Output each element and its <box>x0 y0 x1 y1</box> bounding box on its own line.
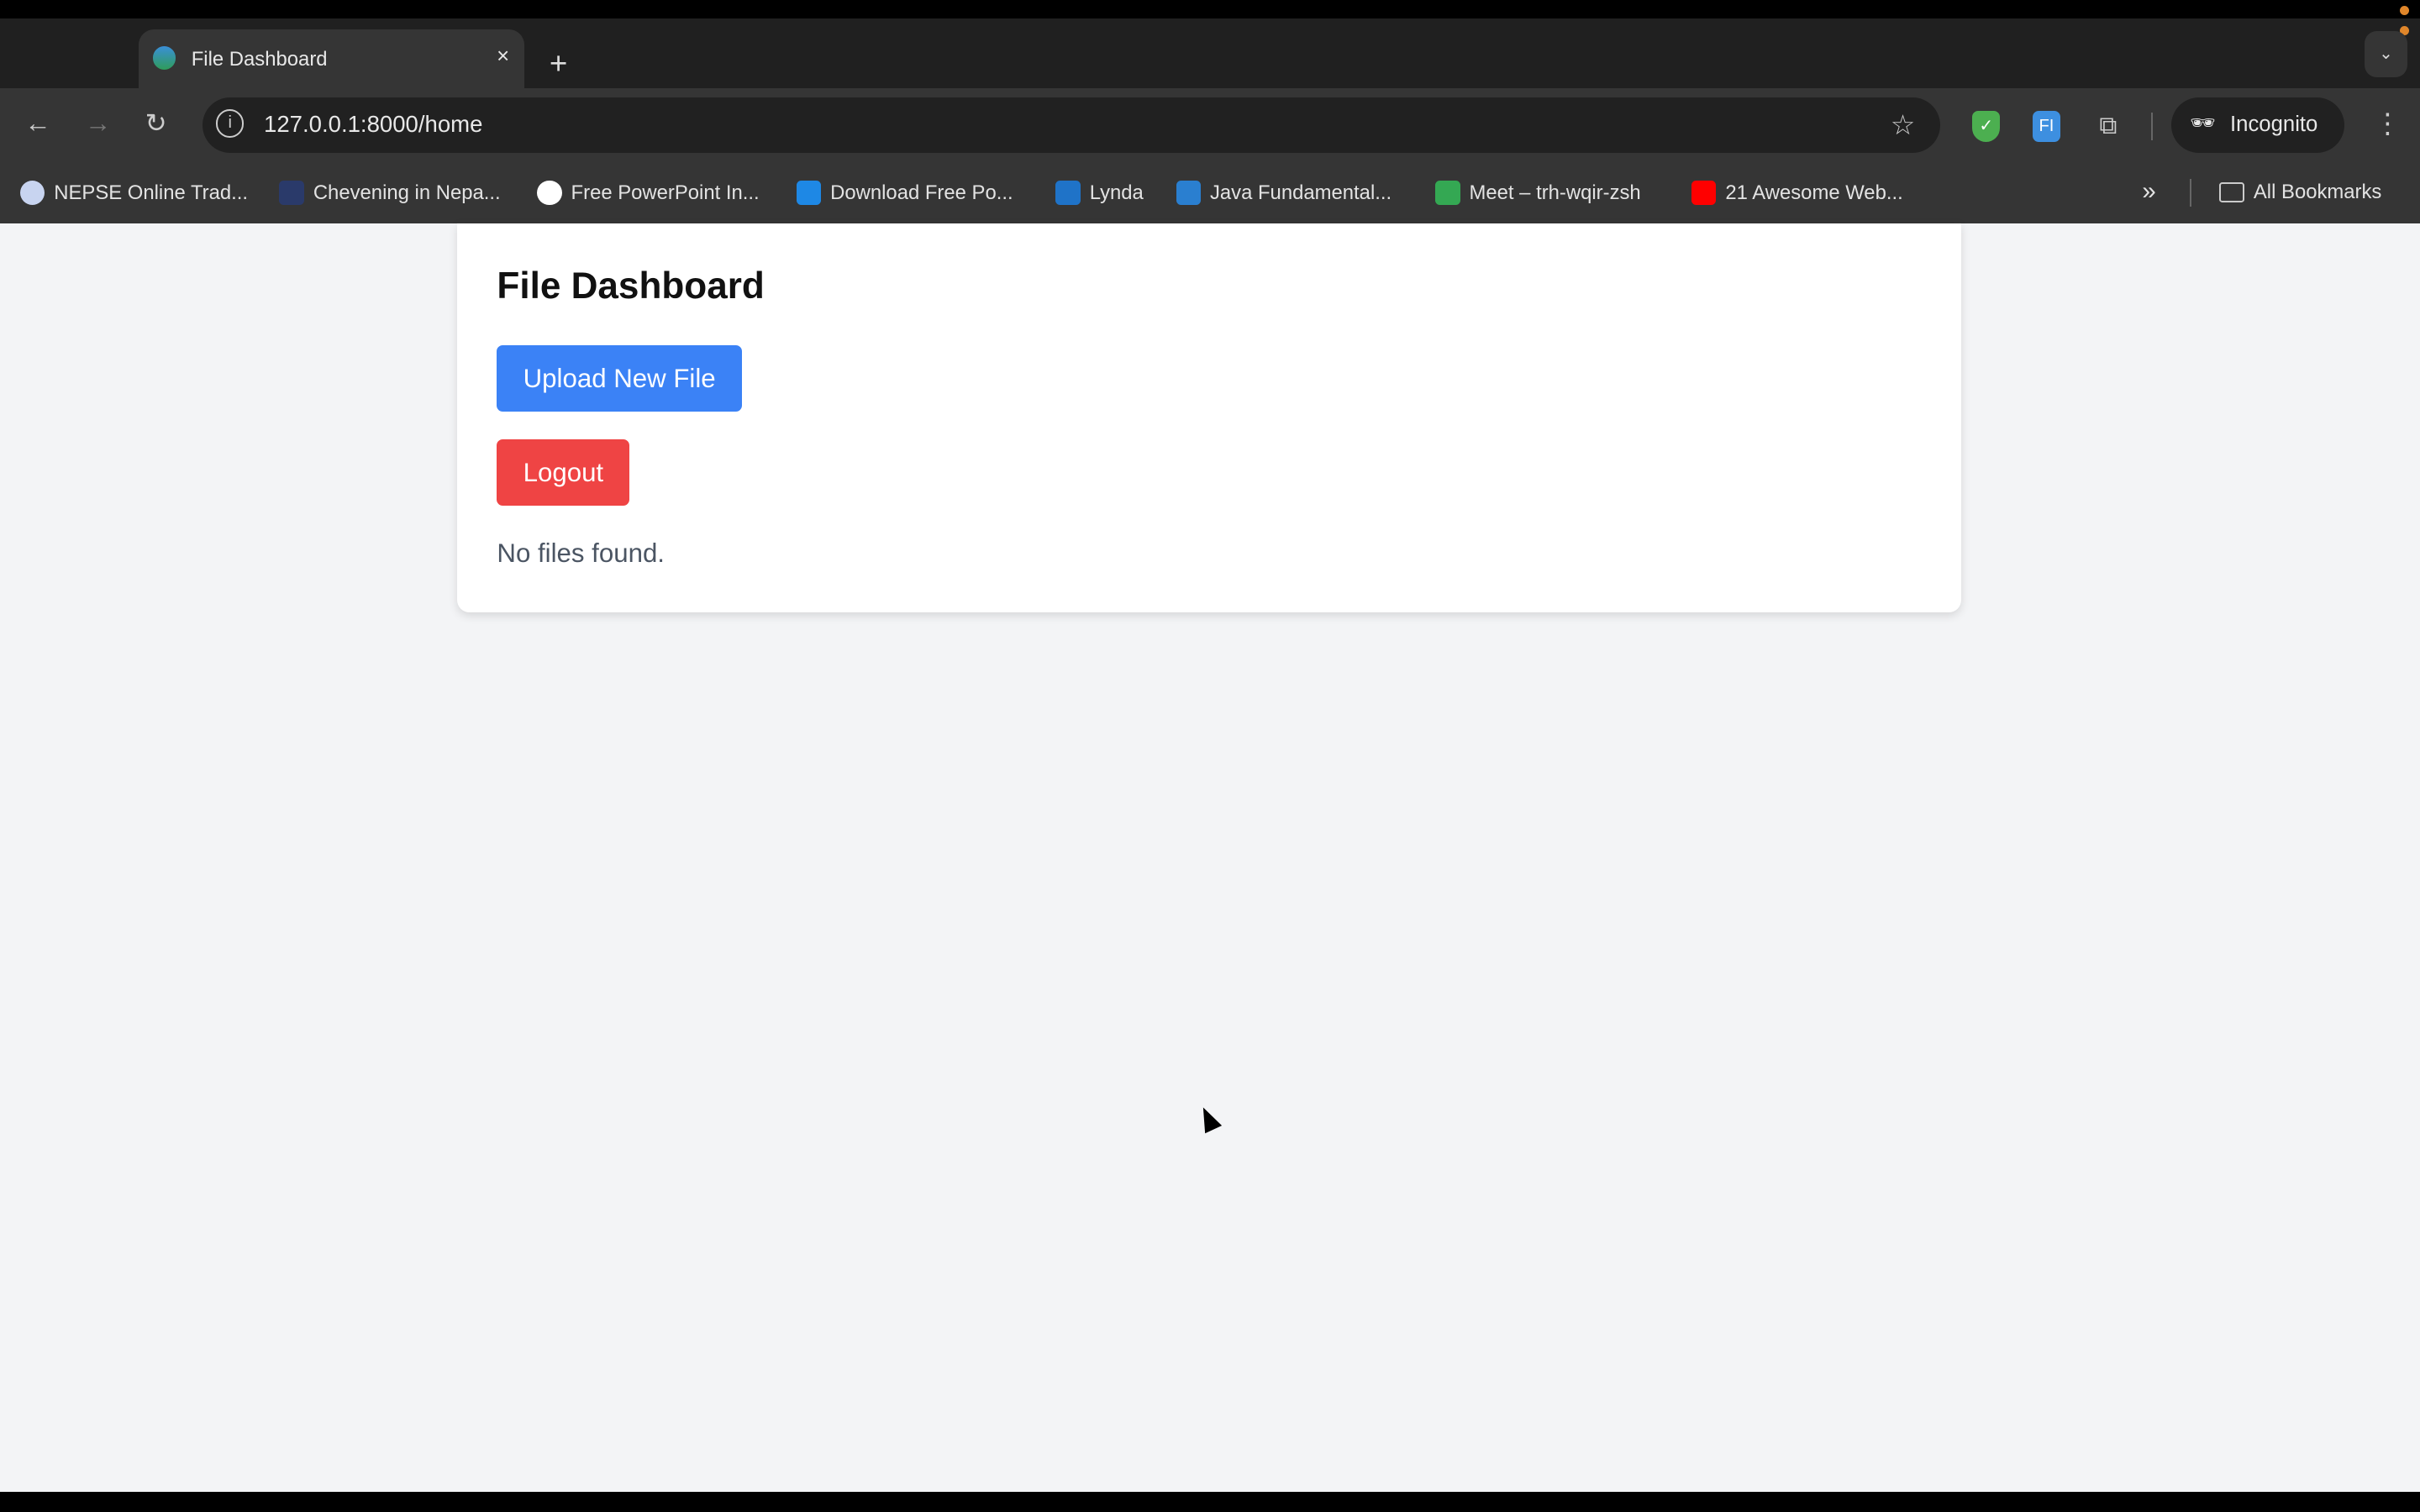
empty-state-message: No files found. <box>497 538 665 568</box>
tab-favicon-icon <box>152 46 176 70</box>
fi-extension-icon[interactable]: FI <box>2032 111 2060 142</box>
incognito-icon: 🕶 <box>2190 112 2216 135</box>
bookmark-youtube[interactable]: 21 Awesome Web... <box>1691 180 1903 206</box>
folder-icon <box>2219 181 2244 202</box>
bookmark-favicon-icon <box>1435 180 1460 206</box>
bookmark-free-powerpoint[interactable]: Free PowerPoint In... <box>537 180 760 206</box>
logout-button[interactable]: Logout <box>497 439 630 507</box>
all-bookmarks-button[interactable]: All Bookmarks <box>2219 181 2381 204</box>
tab-file-dashboard[interactable]: File Dashboard × <box>139 29 525 88</box>
bookmark-label: Meet – trh-wqir-zsh <box>1469 181 1641 204</box>
reload-button[interactable]: ↻ <box>145 108 167 139</box>
bookmark-favicon-icon <box>537 180 562 206</box>
bookmark-favicon-icon <box>1691 180 1717 206</box>
page-title: File Dashboard <box>497 265 765 307</box>
new-tab-button[interactable]: + <box>550 46 567 81</box>
page-content: File Dashboard Upload New File Logout No… <box>0 223 2420 1493</box>
site-info-icon[interactable]: i <box>216 109 245 138</box>
bookmark-favicon-icon <box>279 180 304 206</box>
bookmark-chevening[interactable]: Chevening in Nepa... <box>279 180 501 206</box>
dashboard-card: File Dashboard Upload New File Logout No… <box>456 223 1962 613</box>
tab-search-chevron-icon[interactable]: ⌄ <box>2364 30 2408 77</box>
bookmark-lynda[interactable]: Lynda <box>1055 180 1144 206</box>
tab-strip: File Dashboard × + ⌄ <box>0 18 2420 88</box>
incognito-button[interactable]: 🕶 Incognito <box>2171 97 2344 153</box>
screen-top-bar <box>0 0 2420 19</box>
tab-close-icon[interactable]: × <box>497 45 509 69</box>
bookmarks-overflow-icon[interactable]: » <box>2142 177 2155 206</box>
address-bar[interactable]: i 127.0.0.1:8000/home ☆ <box>202 97 1940 153</box>
bookmark-favicon-icon <box>19 180 45 206</box>
all-bookmarks-label: All Bookmarks <box>2253 180 2382 203</box>
bookmark-star-icon[interactable]: ☆ <box>1891 108 1916 142</box>
bookmark-favicon-icon <box>796 180 822 206</box>
upload-new-file-button[interactable]: Upload New File <box>497 345 742 412</box>
bookmark-favicon-icon <box>1055 180 1081 206</box>
adguard-extension-icon[interactable]: ✓ <box>1972 111 2001 142</box>
bookmarks-divider <box>2190 179 2192 207</box>
tab-title: File Dashboard <box>191 47 328 71</box>
bookmark-label: Free PowerPoint In... <box>571 181 760 204</box>
bookmark-favicon-icon <box>1176 180 1201 206</box>
bookmarks-bar: NEPSE Online Trad... Chevening in Nepa..… <box>0 163 2420 224</box>
bookmark-download-free[interactable]: Download Free Po... <box>796 180 1013 206</box>
bookmark-meet[interactable]: Meet – trh-wqir-zsh <box>1435 180 1641 206</box>
bookmark-java[interactable]: Java Fundamental... <box>1176 180 1392 206</box>
extensions-puzzle-icon[interactable]: ⧉ <box>2094 111 2122 142</box>
bookmark-label: Chevening in Nepa... <box>313 181 501 204</box>
toolbar-divider <box>2151 113 2154 141</box>
browser-menu-icon[interactable]: ⋮ <box>2374 107 2402 140</box>
url-text[interactable]: 127.0.0.1:8000/home <box>264 111 482 138</box>
bookmark-label: NEPSE Online Trad... <box>54 181 249 204</box>
bookmark-label: Java Fundamental... <box>1209 181 1392 204</box>
bookmark-label: 21 Awesome Web... <box>1725 181 1903 204</box>
browser-toolbar: ← → ↻ i 127.0.0.1:8000/home ☆ ✓ FI ⧉ 🕶 I… <box>0 87 2420 164</box>
forward-button[interactable]: → <box>85 108 111 139</box>
bookmark-nepse[interactable]: NEPSE Online Trad... <box>19 180 249 206</box>
bookmark-label: Lynda <box>1089 181 1144 204</box>
back-button[interactable]: ← <box>24 108 50 139</box>
bookmark-label: Download Free Po... <box>830 181 1013 204</box>
incognito-label: Incognito <box>2230 113 2318 137</box>
